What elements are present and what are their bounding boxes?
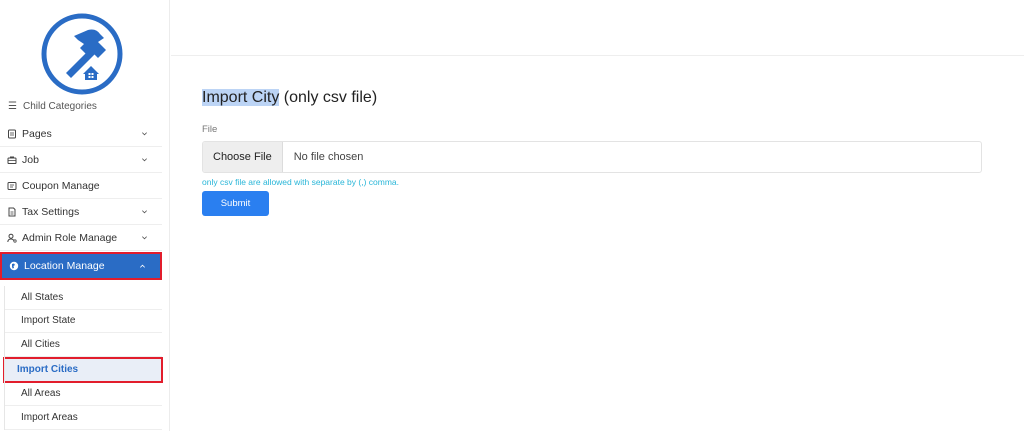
page-title: Import City (only csv file) [202,88,982,108]
logo[interactable] [40,12,124,96]
sidebar-item-pages[interactable]: Pages [0,121,162,147]
submenu-item-all-cities[interactable]: All Cities [4,333,162,357]
globe-icon [9,261,19,271]
chevron-down-icon [141,234,148,241]
chevron-down-icon [141,208,148,215]
file-input[interactable]: Choose File No file chosen [202,141,982,173]
submenu-item-all-states[interactable]: All States [4,286,162,310]
sidebar-menu: Pages Job Coupon Manage Tax Settings Adm… [0,121,163,430]
sidebar-item-label: Job [22,153,39,166]
sidebar-item-label: Coupon Manage [22,179,100,192]
sidebar: ☰ Child Categories Pages Job Coupon Mana… [0,0,170,431]
hammer-logo-icon [41,13,123,95]
submenu-item-all-areas[interactable]: All Areas [4,383,162,406]
file-status-text: No file chosen [293,151,364,163]
main-content: Import City (only csv file) File Choose … [202,88,982,216]
file-field-label: File [202,124,218,135]
sidebar-item-admin-role-manage[interactable]: Admin Role Manage [0,225,162,251]
sidebar-item-label: Admin Role Manage [22,231,118,244]
submenu-item-import-state[interactable]: Import State [4,310,162,333]
briefcase-icon [7,155,17,165]
sidebar-item-label: Pages [22,127,52,140]
sidebar-item-job[interactable]: Job [0,147,162,173]
page-title-rest: (only csv file) [279,89,378,106]
sidebar-item-coupon-manage[interactable]: Coupon Manage [0,173,162,199]
sidebar-item-location-manage[interactable]: Location Manage [0,252,162,280]
submit-button[interactable]: Submit [202,191,269,216]
top-bar [171,0,1024,56]
chevron-up-icon [139,263,146,270]
coupon-icon [7,181,17,191]
help-text: only csv file are allowed with separate … [202,177,399,187]
page-title-highlight: Import City [202,89,280,106]
submenu-item-import-cities[interactable]: Import Cities [3,356,163,383]
tax-icon [7,207,17,217]
chevron-down-icon [141,130,148,137]
submenu-item-import-areas[interactable]: Import Areas [4,406,162,430]
sidebar-item-label: Tax Settings [22,205,80,218]
sidebar-item-child-categories[interactable]: ☰ Child Categories [0,100,162,118]
sidebar-item-label: Child Categories [22,101,97,112]
sidebar-item-tax-settings[interactable]: Tax Settings [0,199,162,225]
sidebar-item-label: Location Manage [24,260,105,272]
choose-file-button[interactable]: Choose File [203,142,283,172]
location-submenu: All States Import State All Cities Impor… [0,286,163,430]
pages-icon [7,129,17,139]
user-role-icon [7,233,17,243]
chevron-down-icon [141,156,148,163]
list-icon: ☰ [8,101,17,112]
